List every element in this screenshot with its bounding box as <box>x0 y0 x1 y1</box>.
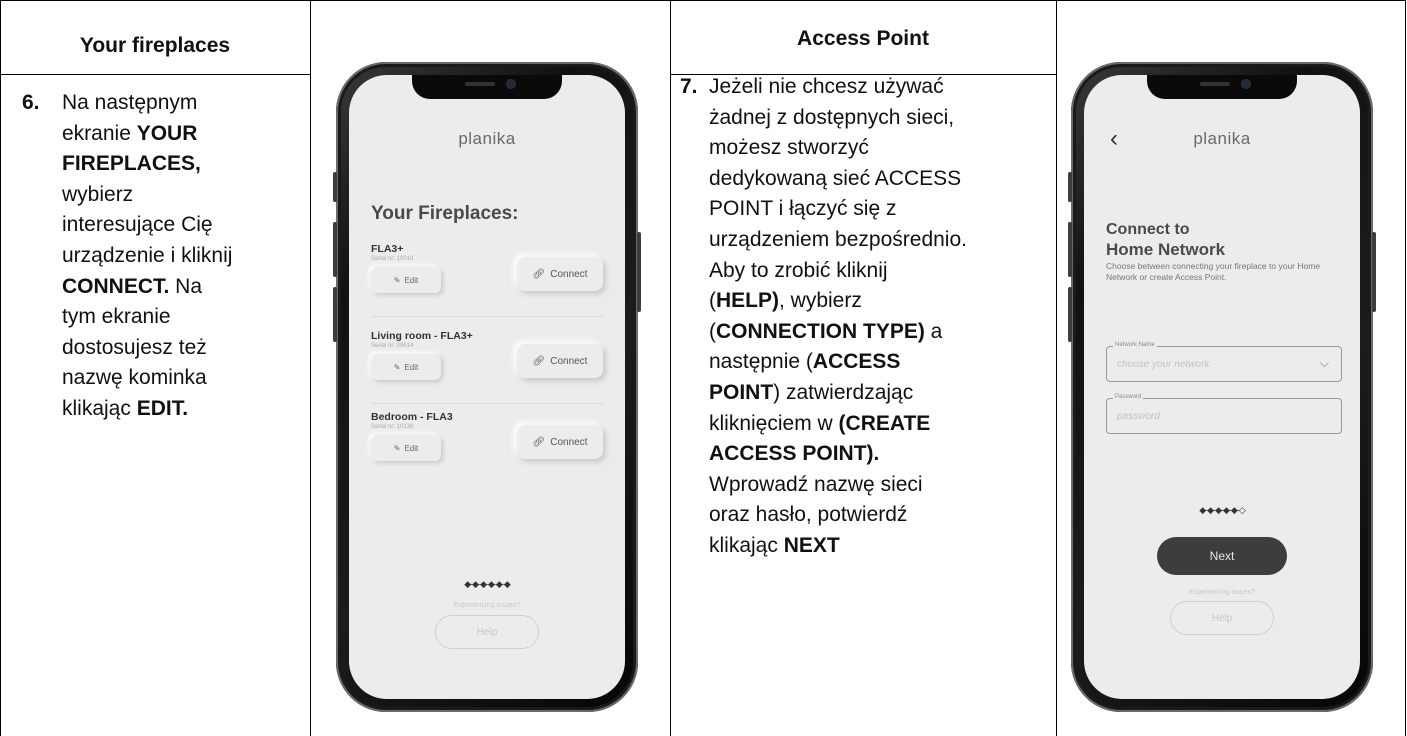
instruction-line: FIREPLACES, <box>62 152 201 176</box>
password-placeholder: password <box>1117 411 1160 422</box>
password-field[interactable]: Password password <box>1106 394 1342 434</box>
step-number-7: 7. <box>680 75 698 98</box>
connect-title-line2: Home Network <box>1106 240 1226 259</box>
instruction-line: Aby to zrobić kliknij <box>709 258 888 282</box>
help-button[interactable]: Help <box>435 615 539 649</box>
network-placeholder: choose your network <box>1117 359 1210 370</box>
pencil-icon: ✎ <box>393 443 401 453</box>
link-icon: 🔗︎ <box>532 436 546 448</box>
instruction-line: tym ekranie <box>62 305 171 329</box>
fireplaces-title: Your Fireplaces: <box>371 203 519 224</box>
instruction-line: Na następnym <box>62 91 198 114</box>
instruction-line: możesz stworzyć <box>709 136 869 160</box>
link-icon: 🔗︎ <box>532 355 546 367</box>
table-border-right <box>1405 0 1406 736</box>
fireplace-name: FLA3+ <box>371 243 404 255</box>
experiencing-issues-text: Experiencing issues? <box>1188 589 1256 596</box>
instruction-line: oraz hasło, potwierdź <box>709 503 908 527</box>
password-label: Password <box>1113 394 1144 400</box>
instruction-line: (CONNECTION TYPE) a <box>709 319 943 343</box>
instruction-line: nazwę kominka <box>62 366 207 390</box>
progress-dots: ◆-◆-◆-◆-◆-◇ <box>1199 505 1246 515</box>
table-divider-1 <box>310 0 311 736</box>
help-button[interactable]: Help <box>1170 601 1274 635</box>
instruction-line: dedykowaną sieć ACCESS <box>709 166 962 190</box>
phone-notch <box>1147 75 1297 99</box>
connect-subtitle: Choose between connecting your fireplace… <box>1106 261 1321 282</box>
edit-button[interactable]: ✎ Edit <box>371 354 441 380</box>
instruction-line: Wprowadź nazwę sieci <box>709 472 923 496</box>
phone-screen: planika Your Fireplaces: FLA3+ Serial nr… <box>349 75 625 699</box>
heading-access-point: Access Point <box>797 27 929 50</box>
instruction-line: urządzenie i kliknij <box>62 243 233 267</box>
phone-mockup-connect-home-network: ‹ planika Connect to Home Network Choose… <box>1068 62 1376 712</box>
network-name-select[interactable]: Network Name choose your network ⌵ <box>1106 342 1342 382</box>
fireplace-name: Living room - FLA3+ <box>371 330 473 342</box>
phone-mockup-your-fireplaces: planika Your Fireplaces: FLA3+ Serial nr… <box>333 62 641 712</box>
instruction-line: kliknięciem w (CREATE <box>709 411 931 435</box>
step-number-6: 6. <box>22 91 40 114</box>
table-border-left <box>0 0 1 736</box>
network-name-label: Network Name <box>1113 342 1157 348</box>
pencil-icon: ✎ <box>393 362 401 372</box>
instruction-line: żadnej z dostępnych sieci, <box>709 105 955 129</box>
instruction-line: następnie (ACCESS <box>709 350 901 374</box>
connect-button[interactable]: 🔗︎ Connect <box>517 257 603 291</box>
planika-logo: planika <box>458 129 516 148</box>
heading-your-fireplaces: Your fireplaces <box>79 34 231 57</box>
instruction-line: CONNECT. Na <box>62 274 203 298</box>
instruction-line: Jeżeli nie chcesz używać <box>709 75 944 98</box>
instruction-line: POINT) zatwierdzając <box>709 380 914 404</box>
instruction-line: ekranie YOUR <box>62 121 198 145</box>
chevron-down-icon: ⌵ <box>1319 356 1329 370</box>
fireplace-serial: Serial nr: 10010 <box>371 256 414 262</box>
instruction-line: interesujące Cię <box>62 213 213 237</box>
edit-button[interactable]: ✎ Edit <box>371 267 441 293</box>
edit-button[interactable]: ✎ Edit <box>371 435 441 461</box>
instruction-line: urządzeniem bezpośrednio. <box>709 227 967 251</box>
pencil-icon: ✎ <box>393 275 401 285</box>
next-button[interactable]: Next <box>1157 537 1287 575</box>
instruction-line: wybierz <box>62 182 134 206</box>
instruction-line: klikając EDIT. <box>62 396 189 420</box>
experiencing-issues-text: Experiencing issues? <box>453 602 521 609</box>
table-border-top <box>0 0 1406 1</box>
step-6-text: Na następnym ekranie YOUR FIREPLACES, wybie… <box>62 88 232 425</box>
link-icon: 🔗︎ <box>532 268 546 280</box>
table-divider-3 <box>1056 0 1057 736</box>
fireplace-serial: Serial nr: 09614 <box>371 343 414 349</box>
instruction-line: POINT i łączyć się z <box>709 197 897 221</box>
connect-button[interactable]: 🔗︎ Connect <box>517 344 603 378</box>
fireplace-name: Bedroom - FLA3 <box>371 411 453 423</box>
phone-notch <box>412 75 562 99</box>
connect-button[interactable]: 🔗︎ Connect <box>517 425 603 459</box>
instruction-line: ACCESS POINT). <box>709 442 880 466</box>
instruction-line: (HELP), wybierz <box>709 289 862 313</box>
fireplace-serial: Serial nr: 10138 <box>371 424 414 430</box>
fireplace-item: Living room - FLA3+ Serial nr: 09614 ✎ Ed… <box>371 324 603 404</box>
instruction-line: dostosujesz też <box>62 335 207 359</box>
step-7-text: Jeżeli nie chcesz używać żadnej z dostępn… <box>709 72 967 562</box>
table-divider-2 <box>670 0 671 736</box>
phone-screen: ‹ planika Connect to Home Network Choose… <box>1084 75 1360 699</box>
planika-logo: planika <box>1193 129 1251 148</box>
connect-title-line1: Connect to <box>1106 221 1190 238</box>
header-separator-left <box>0 74 311 75</box>
instruction-line: klikając NEXT <box>709 533 840 557</box>
progress-dots: ◆-◆-◆-◆-◆-◆ <box>464 579 511 589</box>
fireplace-item: FLA3+ Serial nr: 10010 ✎ Edit 🔗︎ Connect <box>371 237 603 317</box>
fireplace-item: Bedroom - FLA3 Serial nr: 10138 ✎ Edit 🔗︎… <box>371 405 603 485</box>
